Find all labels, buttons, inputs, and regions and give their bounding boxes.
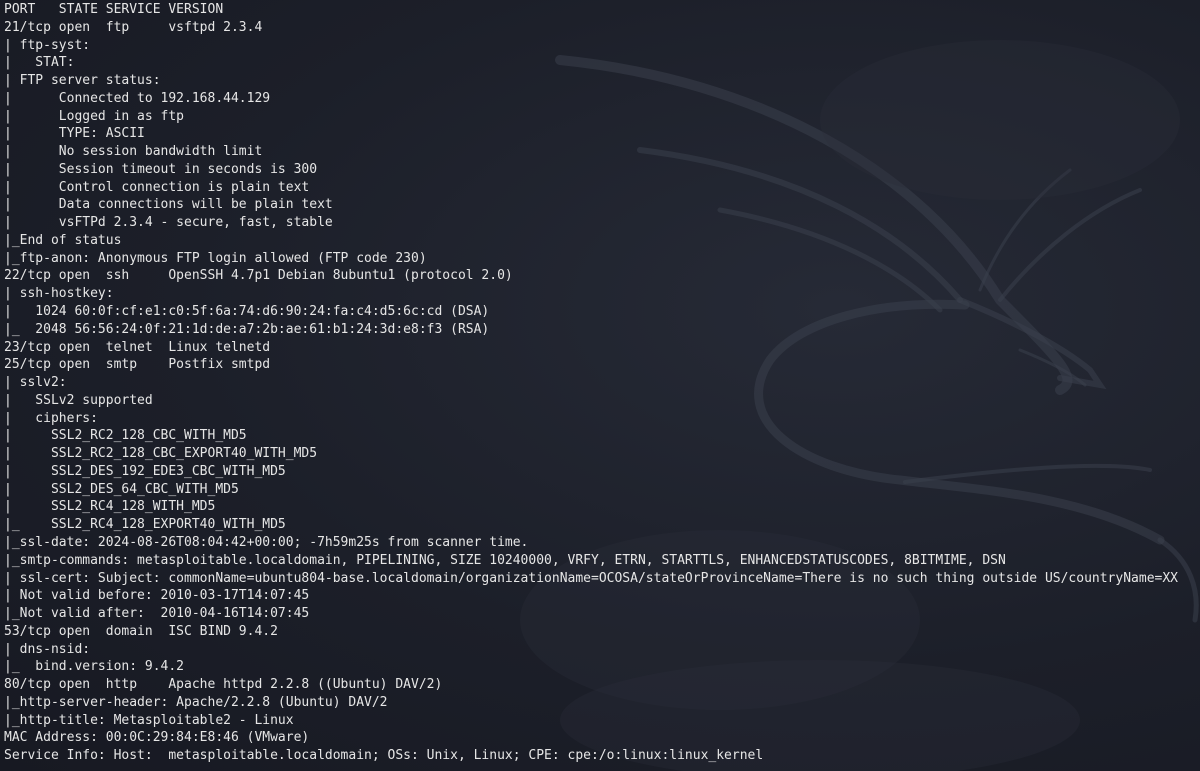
terminal-line: | SSLv2 supported	[4, 392, 153, 408]
terminal-line: |_End of status	[4, 232, 122, 248]
terminal-line: | Connected to 192.168.44.129	[4, 90, 271, 106]
terminal-line: | SSL2_RC2_128_CBC_EXPORT40_WITH_MD5	[4, 446, 318, 462]
terminal-line: 80/tcp open http Apache httpd 2.2.8 ((Ub…	[4, 677, 443, 693]
terminal-line: |_ 2048 56:56:24:0f:21:1d:de:a7:2b:ae:61…	[4, 321, 490, 337]
terminal-line: |_http-server-header: Apache/2.2.8 (Ubun…	[4, 694, 388, 710]
terminal-line: | SSL2_RC4_128_WITH_MD5	[4, 499, 216, 515]
terminal-line: | No session bandwidth limit	[4, 144, 263, 160]
terminal-line: | ciphers:	[4, 410, 106, 426]
terminal-line: | SSL2_RC2_128_CBC_WITH_MD5	[4, 428, 247, 444]
terminal-line: |_ bind.version: 9.4.2	[4, 659, 185, 675]
terminal-line: | FTP server status:	[4, 73, 161, 89]
terminal-line: 22/tcp open ssh OpenSSH 4.7p1 Debian 8ub…	[4, 268, 513, 284]
terminal-line: | ssh-hostkey:	[4, 286, 122, 302]
terminal-line: |_ssl-date: 2024-08-26T08:04:42+00:00; -…	[4, 534, 529, 550]
terminal-line: | vsFTPd 2.3.4 - secure, fast, stable	[4, 215, 333, 231]
terminal-line: | SSL2_DES_64_CBC_WITH_MD5	[4, 481, 239, 497]
terminal-line: | 1024 60:0f:cf:e1:c0:5f:6a:74:d6:90:24:…	[4, 304, 490, 320]
terminal-line: | Not valid before: 2010-03-17T14:07:45	[4, 588, 310, 604]
terminal-line: | ssl-cert: Subject: commonName=ubuntu80…	[4, 570, 1178, 586]
terminal-line: 53/tcp open domain ISC BIND 9.4.2	[4, 623, 278, 639]
terminal-window[interactable]: PORT STATE SERVICE VERSION 21/tcp open ft…	[0, 0, 1200, 771]
terminal-line: | TYPE: ASCII	[4, 126, 145, 142]
terminal-line: | ftp-syst:	[4, 37, 98, 53]
terminal-line: |_ftp-anon: Anonymous FTP login allowed …	[4, 250, 427, 266]
terminal-line: 25/tcp open smtp Postfix smtpd	[4, 357, 271, 373]
terminal-line: | SSL2_DES_192_EDE3_CBC_WITH_MD5	[4, 463, 286, 479]
terminal-line: | STAT:	[4, 55, 83, 71]
terminal-output: PORT STATE SERVICE VERSION 21/tcp open ft…	[4, 1, 1196, 765]
terminal-line: | Control connection is plain text	[4, 179, 310, 195]
terminal-line: |_smtp-commands: metasploitable.localdom…	[4, 552, 1006, 568]
terminal-line: |_Not valid after: 2010-04-16T14:07:45	[4, 606, 310, 622]
terminal-line: | dns-nsid:	[4, 641, 98, 657]
terminal-line: PORT STATE SERVICE VERSION	[4, 2, 224, 17]
terminal-line: |_ SSL2_RC4_128_EXPORT40_WITH_MD5	[4, 517, 286, 533]
terminal-line: | Session timeout in seconds is 300	[4, 161, 318, 177]
terminal-line: Service Info: Host: metasploitable.local…	[4, 748, 764, 764]
terminal-line: 21/tcp open ftp vsftpd 2.3.4	[4, 19, 263, 35]
terminal-line: MAC Address: 00:0C:29:84:E8:46 (VMware)	[4, 730, 310, 746]
terminal-line: |_http-title: Metasploitable2 - Linux	[4, 712, 294, 728]
terminal-line: | Logged in as ftp	[4, 108, 185, 124]
terminal-line: | Data connections will be plain text	[4, 197, 333, 213]
terminal-line: | sslv2:	[4, 375, 75, 391]
terminal-line: 23/tcp open telnet Linux telnetd	[4, 339, 271, 355]
